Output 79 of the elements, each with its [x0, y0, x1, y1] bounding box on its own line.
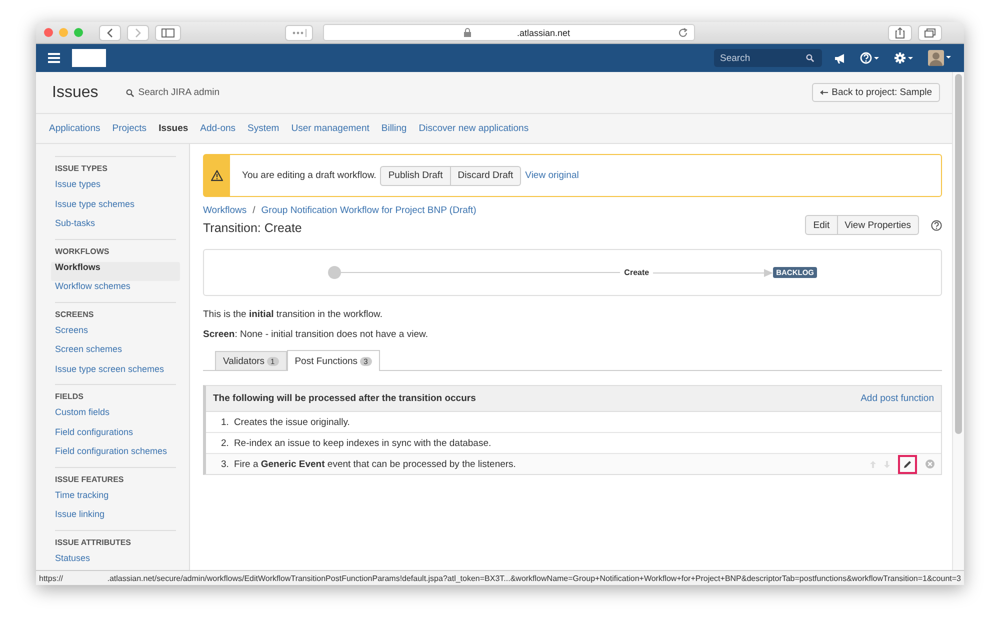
- row-number: 1.: [221, 416, 229, 428]
- row-number: 2.: [221, 438, 229, 448]
- post-function-text: Fire a Generic Event event that can be processed by the listeners.: [234, 458, 517, 470]
- search-icon: [806, 54, 814, 62]
- view-original-link[interactable]: View original: [525, 170, 579, 181]
- edit-icon[interactable]: [903, 460, 912, 468]
- avatar-icon[interactable]: [928, 50, 952, 66]
- admin-tab[interactable]: Billing: [381, 123, 407, 134]
- sidebar-item[interactable]: Sub-tasks: [51, 218, 180, 238]
- admin-search-link[interactable]: Search JIRA admin: [126, 87, 220, 98]
- draft-button[interactable]: Discard Draft: [450, 166, 522, 186]
- tabs-icon[interactable]: [918, 24, 942, 40]
- back-icon[interactable]: [99, 24, 121, 40]
- admin-tab[interactable]: Add-ons: [200, 123, 236, 134]
- banner-message: You are editing a draft workflow.: [242, 170, 376, 181]
- sidebar-item[interactable]: Workflow schemes: [51, 281, 180, 300]
- status-url-prefix: https://: [39, 574, 64, 582]
- sidebar-item[interactable]: Custom fields: [51, 407, 180, 426]
- section-heading: WORKFLOWS: [55, 246, 110, 256]
- warning-icon: [211, 170, 223, 181]
- start-node-icon: [328, 266, 341, 279]
- sidebar-item[interactable]: Issue linking: [51, 509, 180, 528]
- post-function-text: Re-index an issue to keep indexes in sync with the database.: [234, 438, 492, 448]
- section-heading: SCREENS: [55, 310, 95, 318]
- draft-button[interactable]: Publish Draft: [380, 166, 451, 186]
- megaphone-icon[interactable]: [834, 52, 846, 64]
- row-number: 3.: [221, 458, 229, 470]
- menu-icon[interactable]: [48, 53, 60, 63]
- search-icon: [126, 88, 134, 96]
- sidebar-item[interactable]: Screen schemes: [51, 344, 180, 364]
- transition-label: Create: [623, 268, 650, 277]
- scrollbar[interactable]: [952, 72, 964, 570]
- breadcrumb-separator: /: [252, 205, 256, 216]
- page-title: Issues: [52, 84, 98, 102]
- sidebar-item[interactable]: Statuses: [51, 552, 180, 570]
- breadcrumb-link[interactable]: Workflows: [203, 205, 247, 216]
- sidebar-item[interactable]: Workflows: [51, 262, 180, 281]
- sidebar-item[interactable]: Issue type screen schemes: [51, 364, 180, 383]
- url-text: .atlassian.net: [517, 28, 570, 38]
- sidebar-item[interactable]: Time tracking: [51, 490, 180, 509]
- scrollbar-thumb[interactable]: [955, 74, 962, 434]
- lock-icon: [464, 28, 471, 37]
- sidebar-icon[interactable]: [155, 24, 181, 40]
- action-button[interactable]: Edit: [805, 215, 838, 235]
- section-heading: ISSUE FEATURES: [55, 474, 125, 484]
- panel-heading: The following will be processed after the transition occurs: [213, 393, 476, 404]
- help-icon[interactable]: [860, 52, 880, 64]
- status-url: .atlassian.net/secure/admin/workflows/EditWorkflowTransitionPostFunctionParams!default.jspa?atl_token=BX3T...&workflowName=Group+Notification+Workflow+for+Project+BNP&descriptorTab=postfunctions&workflowTransition=1&count=3: [107, 574, 961, 582]
- connector-arrow-icon: [653, 268, 774, 276]
- breadcrumb-link[interactable]: Group Notification Workflow for Project BNP (Draft): [261, 205, 476, 216]
- description-text: This is the initial transition in the workflow.: [203, 309, 384, 320]
- reader-icon[interactable]: [285, 24, 313, 40]
- address-bar[interactable]: .atlassian.net: [323, 24, 695, 41]
- action-button[interactable]: View Properties: [838, 215, 919, 235]
- screen-info-text: Screen: None - initial transition does not have a view.: [203, 329, 429, 340]
- arrow-icon: [820, 90, 828, 95]
- back-button[interactable]: Back to project: Sample: [812, 83, 940, 102]
- admin-tab[interactable]: User management: [291, 123, 370, 134]
- search-field[interactable]: Search: [714, 49, 822, 67]
- transition-title: Transition: Create: [203, 221, 303, 235]
- sidebar-item[interactable]: Issue type schemes: [51, 198, 180, 218]
- help-icon[interactable]: [931, 220, 942, 231]
- section-heading: ISSUE ATTRIBUTES: [55, 538, 132, 546]
- sidebar-item[interactable]: Field configuration schemes: [51, 446, 180, 466]
- sidebar-item[interactable]: Field configurations: [51, 426, 180, 446]
- sidebar-item[interactable]: Screens: [51, 324, 180, 344]
- add-post-function-link[interactable]: Add post function: [860, 393, 934, 404]
- reload-icon: [678, 28, 688, 38]
- settings-icon[interactable]: [894, 52, 914, 64]
- share-icon[interactable]: [888, 24, 912, 40]
- admin-tab[interactable]: Applications: [49, 123, 100, 134]
- admin-tab[interactable]: System: [248, 123, 280, 134]
- sidebar-item[interactable]: Issue types: [51, 179, 180, 198]
- admin-tab[interactable]: Issues: [158, 123, 188, 134]
- section-heading: ISSUE TYPES: [55, 164, 108, 173]
- section-heading: FIELDS: [55, 392, 84, 401]
- admin-tab[interactable]: Projects: [112, 123, 147, 134]
- admin-tab[interactable]: Discover new applications: [418, 123, 529, 134]
- post-function-text: Creates the issue originally.: [234, 416, 351, 428]
